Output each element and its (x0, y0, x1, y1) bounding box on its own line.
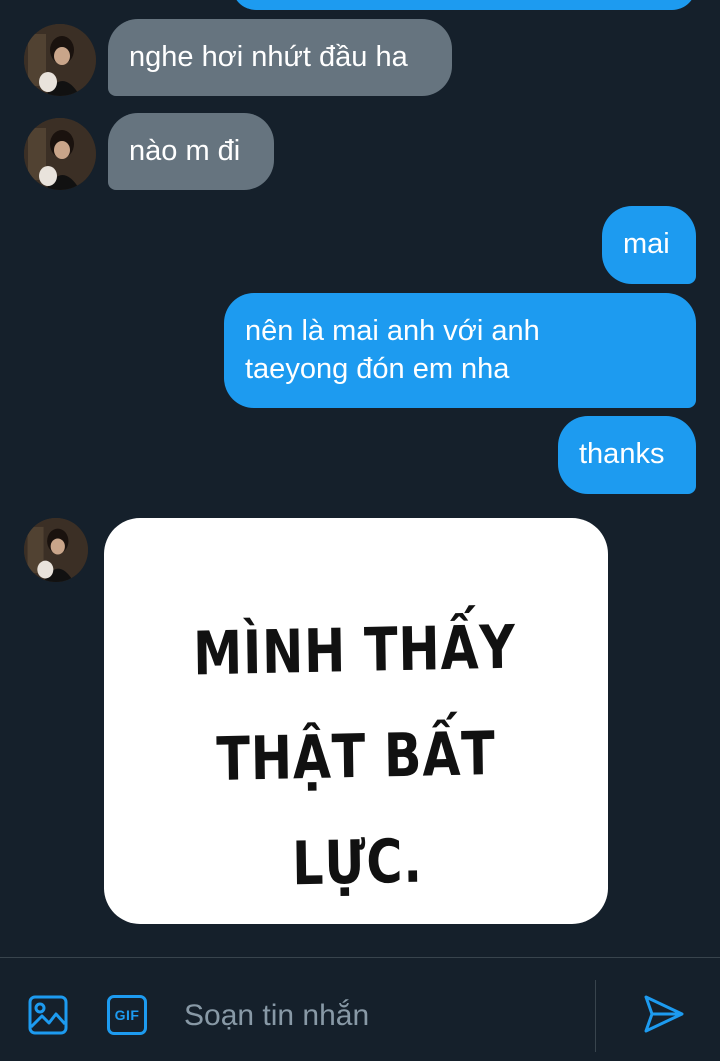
avatar-photo-icon (24, 24, 96, 96)
message-composer: GIF Soạn tin nhắn (0, 957, 720, 1061)
avatar-photo-icon (24, 518, 88, 582)
sender-avatar[interactable] (24, 24, 96, 96)
incoming-message-bubble[interactable]: nào m đi (108, 113, 274, 190)
outgoing-message-bubble-partial[interactable] (232, 0, 696, 10)
avatar-photo-icon (24, 118, 96, 190)
image-icon[interactable] (27, 994, 69, 1041)
incoming-message-bubble[interactable]: nghe hơi nhứt đầu ha (108, 19, 452, 96)
sticker-image-message[interactable]: MÌNH THẤY THẬT BẤT LỰC. (104, 518, 608, 924)
send-icon[interactable] (642, 992, 686, 1041)
dm-conversation-screen: nghe hơi nhứt đầu ha nào m đi mai nên là… (0, 0, 720, 1061)
outgoing-message-bubble[interactable]: thanks (558, 416, 696, 494)
outgoing-message-bubble[interactable]: nên là mai anh với anh taeyong đón em nh… (224, 293, 696, 408)
outgoing-message-bubble[interactable]: mai (602, 206, 696, 284)
sender-avatar[interactable] (24, 118, 96, 190)
sender-avatar[interactable] (24, 518, 88, 582)
sticker-caption: MÌNH THẤY THẬT BẤT LỰC. (192, 612, 517, 900)
gif-button[interactable]: GIF (107, 995, 147, 1035)
message-input[interactable]: Soạn tin nhắn (184, 996, 369, 1036)
composer-divider (595, 980, 596, 1052)
